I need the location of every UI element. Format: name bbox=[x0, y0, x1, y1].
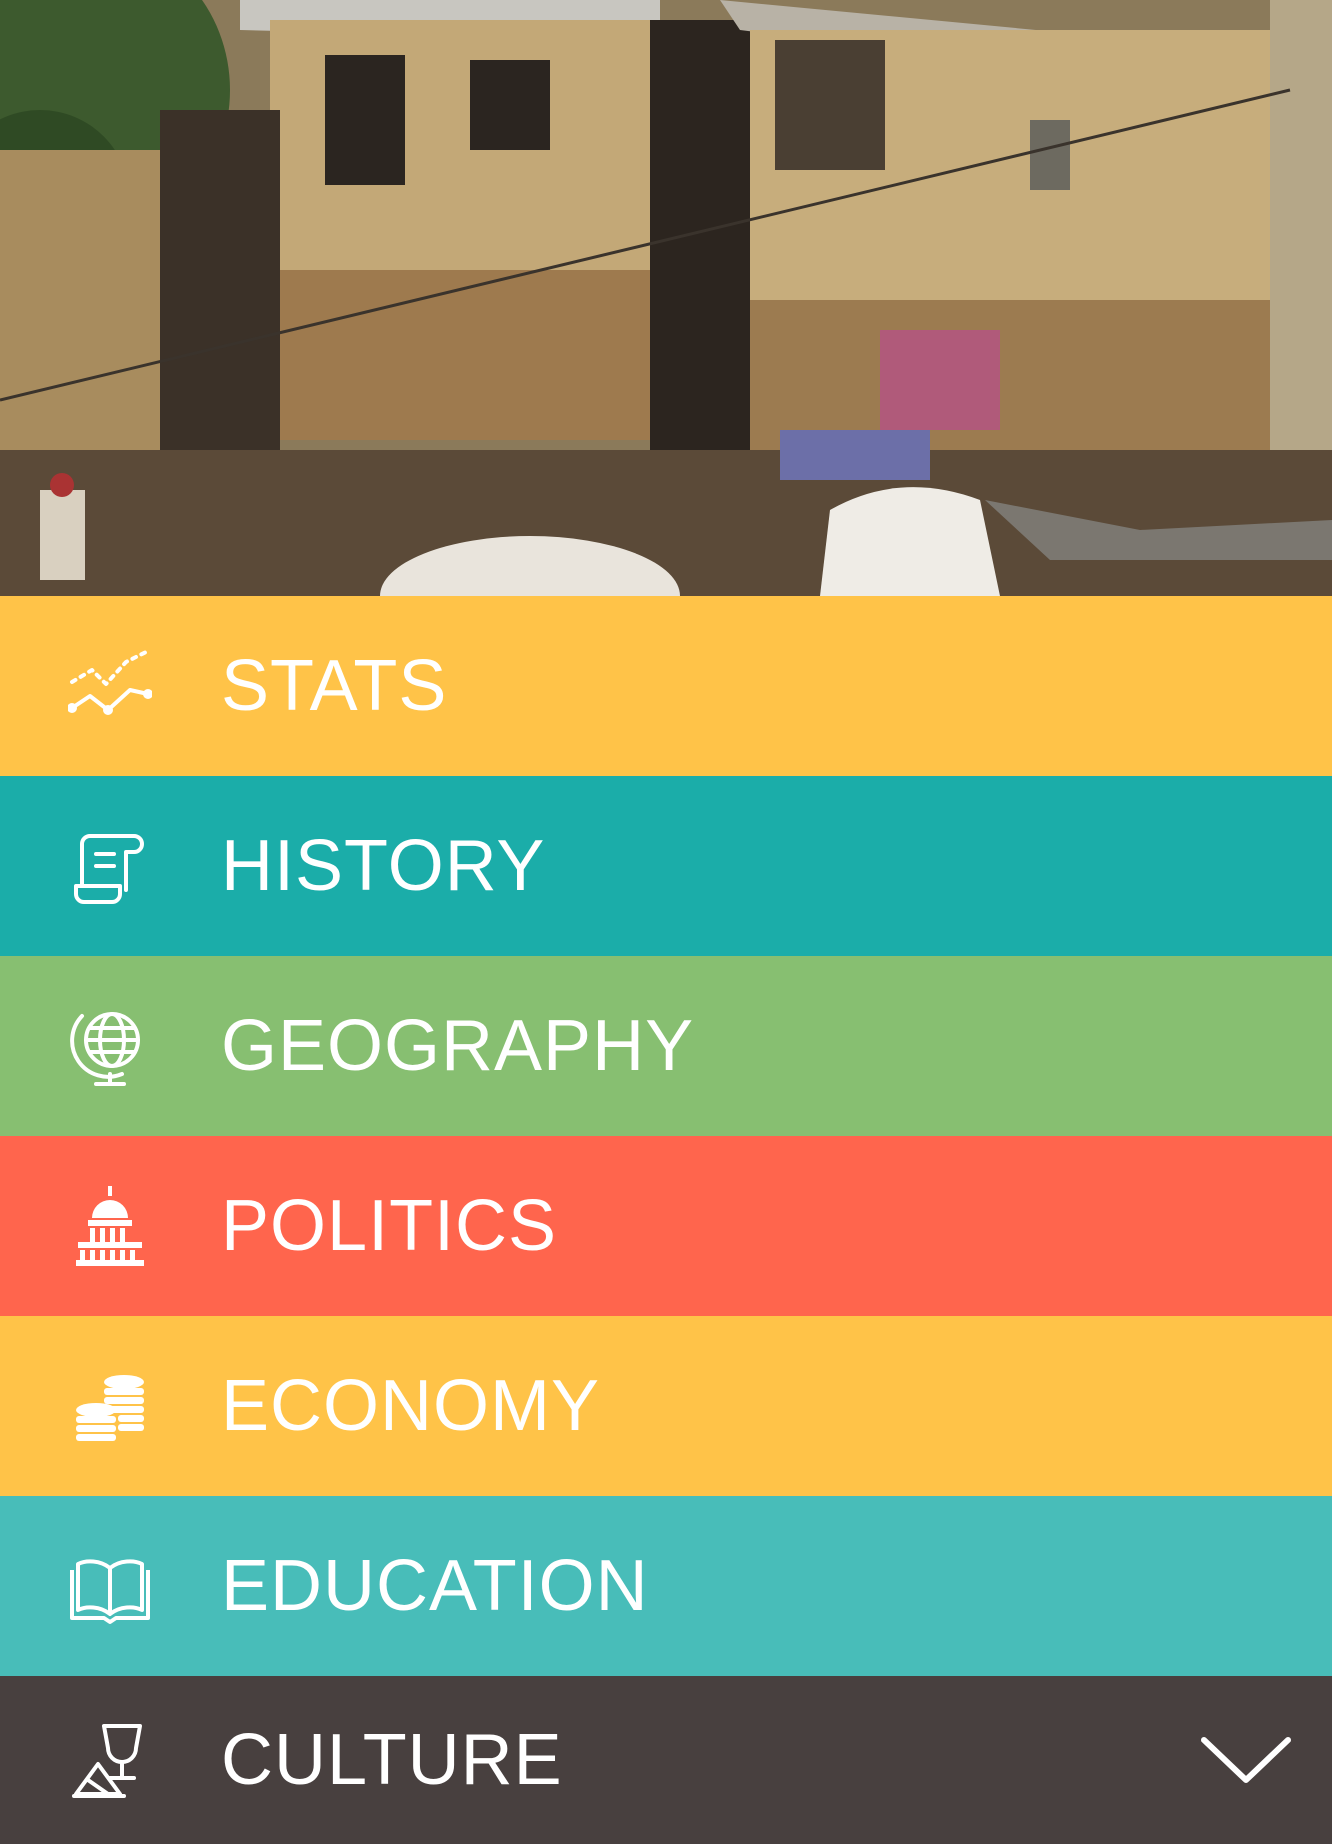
chevron-down-icon[interactable] bbox=[1198, 1730, 1294, 1790]
menu-item-geography[interactable]: GEOGRAPHY bbox=[0, 956, 1332, 1136]
menu-item-label: HISTORY bbox=[221, 826, 546, 906]
menu-item-history[interactable]: HISTORY bbox=[0, 776, 1332, 956]
hero-photo bbox=[0, 0, 1332, 596]
menu-item-education[interactable]: EDUCATION bbox=[0, 1496, 1332, 1676]
menu-item-label: STATS bbox=[221, 646, 448, 726]
menu-item-label: POLITICS bbox=[221, 1186, 558, 1266]
menu-item-label: GEOGRAPHY bbox=[221, 1006, 695, 1086]
menu-item-politics[interactable]: POLITICS bbox=[0, 1136, 1332, 1316]
category-menu: STATS HISTORY GEOGRAPHY POLITICS ECONOMY… bbox=[0, 596, 1332, 1844]
coins-icon bbox=[68, 1364, 152, 1448]
goblet-icon bbox=[68, 1718, 152, 1802]
scroll-icon bbox=[68, 824, 152, 908]
menu-item-label: ECONOMY bbox=[221, 1366, 601, 1446]
menu-item-culture[interactable]: CULTURE bbox=[0, 1676, 1332, 1844]
globe-icon bbox=[68, 1004, 152, 1088]
menu-item-stats[interactable]: STATS bbox=[0, 596, 1332, 776]
open-book-icon bbox=[68, 1544, 152, 1628]
menu-item-label: CULTURE bbox=[221, 1720, 563, 1800]
capitol-icon bbox=[68, 1184, 152, 1268]
menu-item-economy[interactable]: ECONOMY bbox=[0, 1316, 1332, 1496]
trend-line-icon bbox=[68, 644, 152, 728]
menu-item-label: EDUCATION bbox=[221, 1546, 649, 1626]
